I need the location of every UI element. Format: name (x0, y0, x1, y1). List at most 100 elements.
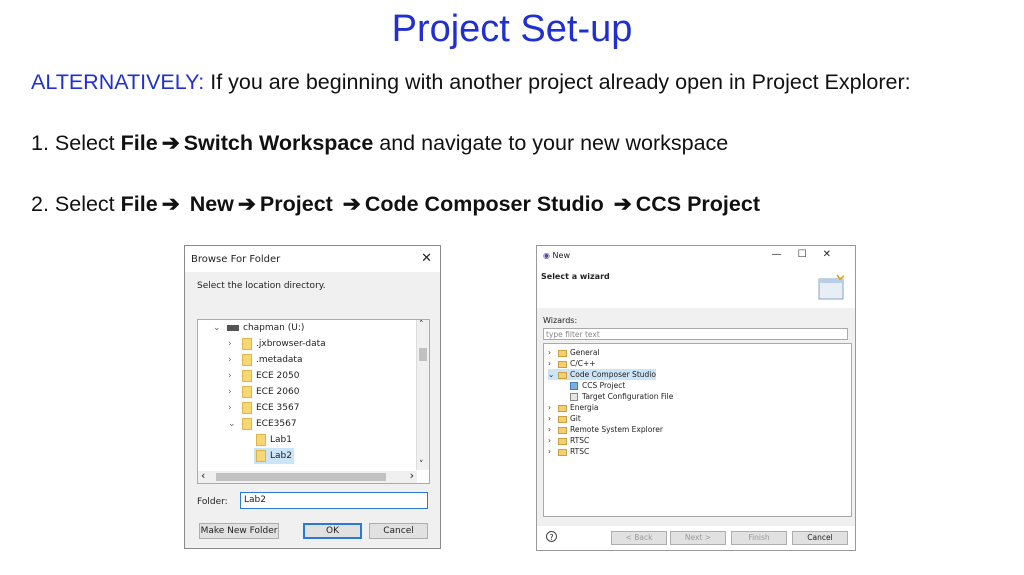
horizontal-scrollbar[interactable]: ‹ › (198, 469, 417, 483)
right-arrow-icon: ➔ (237, 192, 256, 216)
dialog-title-text: New (552, 251, 570, 260)
close-icon[interactable]: ✕ (421, 251, 432, 266)
filter-input[interactable]: type filter text (543, 328, 848, 340)
cancel-button[interactable]: Cancel (792, 531, 848, 545)
chevron-right-icon[interactable]: › (548, 402, 558, 413)
wizard-banner-icon (818, 274, 845, 300)
wizard-item-general[interactable]: › General (548, 347, 600, 358)
scrollbar-thumb[interactable] (216, 473, 386, 481)
step2-new: New (189, 192, 234, 216)
chevron-right-icon[interactable]: › (228, 384, 242, 400)
scroll-left-icon[interactable]: ‹ (201, 469, 205, 482)
tree-item-ece-2060[interactable]: › ECE 2060 (228, 384, 299, 400)
wizard-item-cpp[interactable]: › C/C++ (548, 358, 596, 369)
tree-item-chapman[interactable]: ⌄ chapman (U:) (213, 320, 304, 336)
folder-icon (242, 369, 252, 382)
tree-item-jxbrowser-data[interactable]: › .jxbrowser-data (228, 336, 326, 352)
folder-tree[interactable]: ⌄ chapman (U:) › .jxbrowser-data › .metadat… (197, 319, 430, 484)
wizard-item-label: RTSC (570, 436, 590, 445)
step1-file: File (120, 131, 158, 155)
scroll-right-icon[interactable]: › (410, 469, 414, 482)
cancel-button[interactable]: Cancel (369, 523, 428, 539)
chevron-down-icon[interactable]: ⌄ (548, 369, 558, 380)
finish-button[interactable]: Finish (731, 531, 787, 545)
chevron-right-icon[interactable]: › (548, 347, 558, 358)
wizard-item-label: Target Configuration File (582, 392, 674, 401)
step2-project: Project (259, 192, 333, 216)
chevron-right-icon[interactable]: › (548, 435, 558, 446)
next-button[interactable]: Next > (670, 531, 726, 545)
folder-icon (558, 404, 567, 412)
tree-item-label: ECE3567 (256, 419, 297, 429)
dialog-title: ◉ New (543, 251, 570, 260)
help-icon[interactable]: ? (546, 531, 557, 542)
scroll-up-icon[interactable]: ˄ (419, 320, 424, 330)
wizard-item-label: RTSC (570, 447, 590, 456)
scroll-down-icon[interactable]: ˅ (419, 460, 424, 470)
new-wizard-dialog: ◉ New —☐✕ Select a wizard Wizards: type … (536, 245, 856, 551)
tree-item-ece-3567[interactable]: › ECE 3567 (228, 400, 299, 416)
chevron-right-icon[interactable]: › (548, 446, 558, 457)
vertical-scrollbar[interactable]: ˄ ˅ (416, 320, 429, 470)
tree-item-label: .metadata (256, 355, 303, 365)
wizard-body: Wizards: type filter text › General › C/C+… (537, 308, 855, 526)
dialog-message: Select the location directory. (197, 281, 326, 291)
step2-ccs-project: CCS Project (635, 192, 760, 216)
tree-item-label: Lab2 (270, 451, 292, 461)
browse-for-folder-dialog: Browse For Folder ✕ Select the location … (184, 245, 441, 549)
make-new-folder-button[interactable]: Make New Folder (199, 523, 279, 539)
chevron-right-icon[interactable]: › (228, 336, 242, 352)
right-arrow-icon: ➔ (342, 192, 361, 216)
folder-icon (558, 448, 567, 456)
chevron-right-icon[interactable]: › (548, 358, 558, 369)
tree-item-label: ECE 2050 (256, 371, 300, 381)
wizard-item-label: C/C++ (570, 359, 596, 368)
ok-button[interactable]: OK (303, 523, 362, 539)
file-icon (570, 393, 578, 401)
wizard-item-code-composer-studio[interactable]: ⌄ Code Composer Studio (548, 369, 656, 380)
window-controls[interactable]: —☐✕ (772, 249, 847, 260)
step1-suffix: and navigate to your new workspace (373, 131, 729, 155)
folder-icon (558, 349, 567, 357)
wizard-item-git[interactable]: › Git (548, 413, 581, 424)
step1-prefix: 1. Select (31, 131, 121, 155)
chevron-right-icon[interactable]: › (228, 400, 242, 416)
folder-icon (558, 371, 567, 379)
back-button[interactable]: < Back (611, 531, 667, 545)
chevron-down-icon[interactable]: ⌄ (228, 416, 242, 432)
chevron-down-icon[interactable]: ⌄ (213, 320, 227, 336)
wizard-item-energia[interactable]: › Energia (548, 402, 599, 413)
tree-item-metadata[interactable]: › .metadata (228, 352, 302, 368)
chevron-right-icon[interactable]: › (548, 424, 558, 435)
folder-icon (242, 417, 252, 430)
wizard-item-label: Remote System Explorer (570, 425, 663, 434)
folder-icon (242, 353, 252, 366)
scrollbar-thumb[interactable] (419, 348, 427, 361)
wizard-item-ccs-project[interactable]: CCS Project (570, 380, 625, 391)
wizard-item-rtsc[interactable]: › RTSC (548, 435, 589, 446)
folder-input[interactable]: Lab2 (240, 492, 428, 509)
tree-item-lab2[interactable]: Lab2 (254, 448, 294, 464)
wizard-item-target-configuration-file[interactable]: Target Configuration File (570, 391, 673, 402)
wizard-tree[interactable]: › General › C/C++ ⌄ Code Composer Studio CC… (543, 343, 852, 517)
wizard-item-label: CCS Project (582, 381, 626, 390)
wizard-item-remote-system-explorer[interactable]: › Remote System Explorer (548, 424, 663, 435)
right-arrow-icon: ➔ (161, 192, 180, 216)
chevron-right-icon[interactable]: › (228, 368, 242, 384)
slide-title: Project Set-up (391, 8, 633, 50)
tree-item-lab1[interactable]: Lab1 (256, 432, 292, 448)
folder-icon (242, 385, 252, 398)
tree-item-ece3567[interactable]: ⌄ ECE3567 (228, 416, 297, 432)
chevron-right-icon[interactable]: › (548, 413, 558, 424)
wizard-item-rtsc[interactable]: › RTSC (548, 446, 589, 457)
tree-item-ece-2050[interactable]: › ECE 2050 (228, 368, 299, 384)
folder-icon (256, 449, 266, 462)
wizard-item-label: General (570, 348, 600, 357)
step2-file: File (120, 192, 158, 216)
tree-item-label: ECE 3567 (256, 403, 300, 413)
chevron-right-icon[interactable]: › (228, 352, 242, 368)
alternatively-text: If you are beginning with another projec… (204, 70, 911, 94)
tree-item-label: chapman (U:) (243, 323, 305, 333)
step2-prefix: 2. Select (31, 192, 121, 216)
folder-icon (242, 401, 252, 414)
